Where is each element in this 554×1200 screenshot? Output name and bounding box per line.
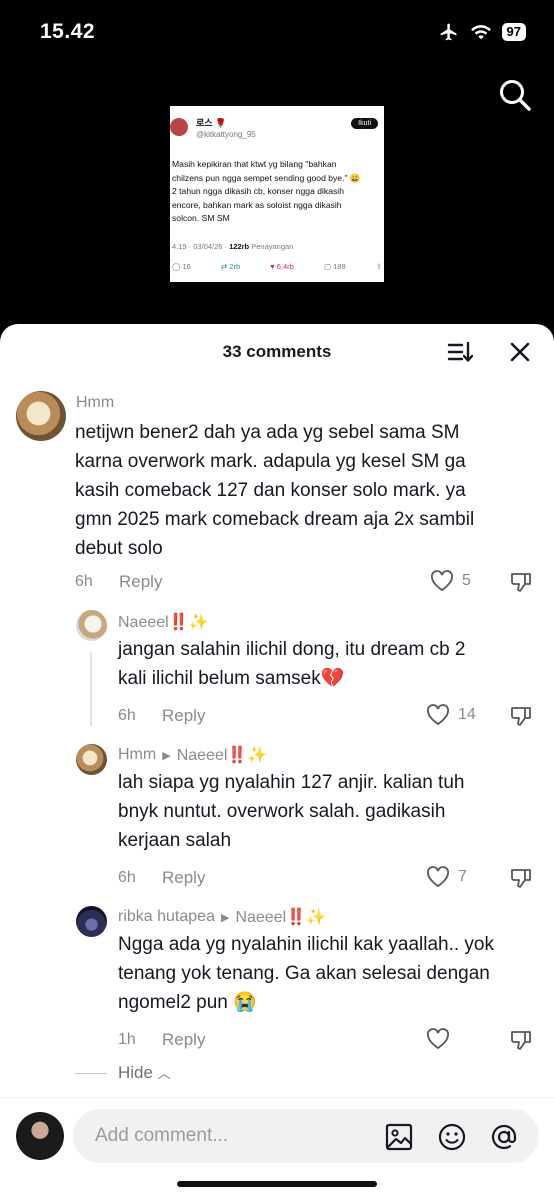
dislike-icon[interactable] [509,704,533,728]
tweet-time: 4.19 · 03/04/26 · [172,242,230,251]
heart-icon [427,704,449,726]
comment-text: jangan salahin ilichil dong, itu dream c… [118,639,466,689]
tweet-bookmark-count: ▢ 188 [323,262,346,271]
like-button[interactable]: 5 [430,570,471,592]
tweet-handle: @kitkattyong_95 [196,130,256,139]
comment-time: 6h [118,707,136,724]
tweet-reply-count: ◯ 16 [172,262,191,271]
heart-icon [431,570,453,592]
video-preview[interactable]: 로스 🌹 @kitkattyong_95 Ikuti Masih kepikir… [170,106,384,282]
like-count: 7 [458,868,467,885]
comment-input[interactable]: Add comment... [73,1109,539,1163]
hide-replies-button[interactable]: Hide ︿ [118,1063,171,1083]
tweet-views-label: Penayangan [249,242,294,251]
battery-indicator: 97 [501,23,526,41]
status-bar: 15.42 97 [0,0,554,64]
like-button[interactable] [426,1028,458,1050]
reply-arrow-icon: ▶ [220,911,230,924]
comment-input-bar: Add comment... [0,1097,554,1200]
comment-username[interactable]: ribka hutapea ▶ Naeeel‼️✨ [118,907,326,927]
comment-username[interactable]: Hmm ▶ Naeeel‼️✨ [118,745,267,765]
comment-input-placeholder: Add comment... [95,1125,229,1146]
comment-username[interactable]: Naeeel‼️✨ [118,612,209,632]
thread-line [90,652,92,726]
tweet-retweet-count: ⇄ 2rb [220,262,241,271]
comment-text: Ngga ada yg nyalahin ilichil kak yaallah… [118,934,494,1013]
reply-arrow-icon: ▶ [162,749,171,762]
like-button[interactable]: 14 [426,704,476,726]
avatar[interactable] [16,391,66,441]
heart-icon [427,1028,449,1050]
search-icon[interactable] [498,78,532,112]
emoji-icon[interactable] [437,1122,467,1152]
tweet-share-icon: ⇧ [375,262,382,271]
reply-button[interactable]: Reply [162,868,205,888]
avatar[interactable] [76,744,107,775]
dislike-icon[interactable] [509,866,533,890]
close-icon[interactable] [506,338,534,366]
wifi-icon [470,25,491,40]
airplane-icon [440,23,457,41]
tweet-like-count: ♥ 6,4rb [270,262,294,271]
comments-header: 33 comments [0,324,554,380]
reply-button[interactable]: Reply [162,706,205,726]
tweet-actions: ◯ 16 ⇄ 2rb ♥ 6,4rb ▢ 188 ⇧ [172,262,382,271]
image-icon[interactable] [384,1122,414,1152]
comment-text: lah siapa yg nyalahin 127 anjir. kalian … [118,772,465,851]
tweet-meta: 4.19 · 03/04/26 · 122rb Penayangan [172,242,293,251]
comment-text: netijwn bener2 dah ya ada yg sebel sama … [75,422,475,559]
hide-divider [75,1073,107,1074]
avatar[interactable] [76,906,107,937]
status-icons: 97 [438,22,526,42]
comment-time: 1h [118,1031,136,1048]
tweet-text: Masih kepikiran that ktwt yg bilang "bah… [172,159,361,223]
chevron-up-icon: ︿ [157,1066,171,1081]
reply-button[interactable]: Reply [162,1030,205,1050]
dislike-icon[interactable] [509,570,533,594]
comment-time: 6h [118,869,136,886]
user-avatar[interactable] [16,1112,64,1160]
home-indicator [177,1181,377,1187]
tweet-avatar [170,118,188,136]
heart-icon [427,866,449,888]
status-time: 15.42 [40,20,96,43]
like-count: 5 [462,572,471,589]
dislike-icon[interactable] [509,1028,533,1052]
like-button[interactable]: 7 [426,866,467,888]
avatar[interactable] [76,610,107,641]
tweet-views: 122rb [229,242,250,251]
like-count: 14 [458,706,476,723]
tweet-follow-button: Ikuti [351,118,378,129]
comment-time: 6h [75,573,93,590]
sort-icon[interactable] [446,338,474,366]
mention-icon[interactable] [489,1122,519,1152]
reply-button[interactable]: Reply [119,572,162,592]
tweet-name: 로스 🌹 [196,118,227,128]
comment-username[interactable]: Hmm [76,394,114,412]
